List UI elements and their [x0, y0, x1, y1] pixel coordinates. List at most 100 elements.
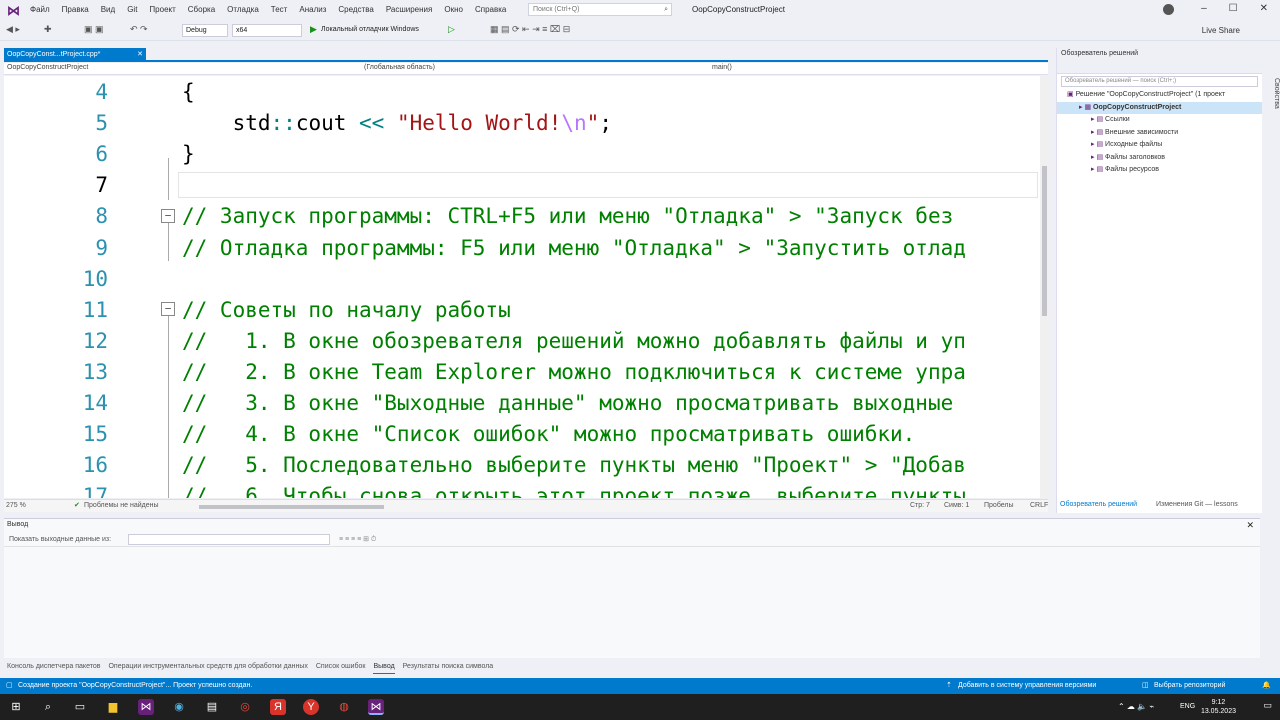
- store-icon[interactable]: ▤: [204, 699, 220, 715]
- indent-indicator[interactable]: Пробелы: [984, 502, 1014, 509]
- new-item-icon[interactable]: ✚: [44, 24, 52, 35]
- tab-solution-explorer[interactable]: Обозреватель решений: [1060, 501, 1137, 508]
- code-editor[interactable]: 4{5 std::cout << "Hello World!\n"; 6} 7 8//…: [4, 76, 1040, 498]
- tray-icons[interactable]: ⌃ ☁ 🔈 ⌁: [1118, 702, 1154, 711]
- solution-search-input[interactable]: Обозреватель решений — поиск (Ctrl+;): [1061, 76, 1258, 87]
- yandex-browser-icon[interactable]: Y: [303, 699, 319, 715]
- tree-item[interactable]: ▸ ▤ Исходные файлы: [1057, 139, 1262, 152]
- debug-tools-icon[interactable]: ▦ ▤ ⟳ ⇤ ⇥ ≡ ⌧ ⊟: [490, 24, 570, 35]
- horizontal-scrollbar[interactable]: [199, 505, 384, 509]
- code-line[interactable]: {: [182, 80, 195, 104]
- visual-studio-logo-icon[interactable]: ⋈: [7, 3, 21, 18]
- bottom-tab[interactable]: Список ошибок: [316, 660, 366, 674]
- editor-scrollbar[interactable]: [1040, 76, 1049, 498]
- code-line[interactable]: // Отладка программы: F5 или меню "Отлад…: [182, 236, 966, 260]
- code-line[interactable]: // 4. В окне "Список ошибок" можно просм…: [182, 422, 915, 446]
- properties-tab[interactable]: Свойства: [1273, 48, 1280, 109]
- tree-item[interactable]: ▣ Решение "OopCopyConstructProject" (1 п…: [1057, 89, 1262, 102]
- minimize-icon[interactable]: –: [1201, 3, 1207, 14]
- tree-item[interactable]: ▸ ▤ Файлы заголовков: [1057, 152, 1262, 165]
- menu-item[interactable]: Отладка: [227, 5, 259, 14]
- tab-source-file[interactable]: OopCopyConst...tProject.cpp* ✕: [4, 48, 146, 61]
- menu-item[interactable]: Средства: [338, 5, 373, 14]
- edge-icon[interactable]: ◉: [171, 699, 187, 715]
- bottom-tab[interactable]: Операции инструментальных средств для об…: [108, 660, 307, 674]
- select-repository[interactable]: Выбрать репозиторий: [1154, 678, 1225, 694]
- scope-dropdown[interactable]: (Глобальная область): [364, 64, 694, 71]
- app-icon[interactable]: ◍: [336, 699, 352, 715]
- yandex-icon[interactable]: Я: [270, 699, 286, 715]
- notifications-icon[interactable]: 🔔: [1262, 678, 1271, 694]
- maximize-icon[interactable]: ☐: [1229, 3, 1238, 14]
- vcs-arrow-icon: ⇡: [946, 682, 952, 689]
- code-line[interactable]: // 3. В окне "Выходные данные" можно про…: [182, 391, 953, 415]
- add-to-source-control[interactable]: Добавить в систему управления версиями: [958, 678, 1096, 694]
- save-icon[interactable]: ▣ ▣: [84, 24, 104, 35]
- search-icon[interactable]: ⌕: [40, 699, 56, 715]
- collapse-icon[interactable]: −: [161, 209, 175, 223]
- start-icon[interactable]: ⊞: [8, 699, 24, 715]
- run-button[interactable]: Локальный отладчик Windows: [321, 26, 419, 33]
- task-view-icon[interactable]: ▭: [72, 699, 88, 715]
- clock[interactable]: 9:12 13.05.2023: [1201, 698, 1236, 716]
- menu-item[interactable]: Анализ: [299, 5, 326, 14]
- file-explorer-icon[interactable]: ▆: [105, 699, 121, 715]
- close-panel-icon[interactable]: ✕: [1246, 520, 1254, 531]
- menu-item[interactable]: Вид: [101, 5, 115, 14]
- code-line[interactable]: // 6. Чтобы снова открыть этот проект по…: [182, 484, 966, 498]
- code-line[interactable]: // 2. В окне Team Explorer можно подключ…: [182, 360, 966, 384]
- output-tools-icon[interactable]: ≡ ≡ ≡ ≡ ⊞ ⏱: [339, 533, 376, 547]
- menu-item[interactable]: Справка: [475, 5, 506, 14]
- tree-item[interactable]: ▸ ▤ Файлы ресурсов: [1057, 164, 1262, 177]
- avatar[interactable]: [1163, 4, 1174, 15]
- menu-item[interactable]: Файл: [30, 5, 50, 14]
- tab-git-changes[interactable]: Изменения Git — lessons: [1156, 501, 1238, 508]
- undo-icon[interactable]: ↶ ↷: [130, 24, 148, 35]
- tree-item[interactable]: ▸ ▦ OopCopyConstructProject: [1057, 101, 1262, 114]
- search-input[interactable]: Поиск (Ctrl+Q) ⌕: [528, 3, 672, 16]
- code-line[interactable]: }: [182, 142, 195, 166]
- code-line[interactable]: // Запуск программы: CTRL+F5 или меню "О…: [182, 204, 953, 228]
- code-line[interactable]: // Советы по началу работы: [182, 298, 511, 322]
- run-no-debug-icon[interactable]: ▷: [448, 24, 455, 35]
- bottom-tab[interactable]: Вывод: [373, 660, 395, 674]
- problems-status[interactable]: Проблемы не найдены: [84, 502, 159, 509]
- tree-item[interactable]: ▸ ▤ Внешние зависимости: [1057, 127, 1262, 140]
- live-share-button[interactable]: Live Share: [1202, 26, 1240, 35]
- menu-item[interactable]: Расширения: [386, 5, 433, 14]
- code-line[interactable]: // 1. В окне обозревателя решений можно …: [182, 329, 966, 353]
- platform-select[interactable]: x64: [232, 24, 302, 37]
- properties-strip: Свойства: [1264, 48, 1280, 513]
- action-center-icon[interactable]: ▭: [1263, 700, 1272, 711]
- code-line[interactable]: std::cout << "Hello World!\n";: [182, 111, 612, 135]
- scrollbar-thumb[interactable]: [1042, 166, 1047, 316]
- eol-indicator[interactable]: CRLF: [1030, 502, 1048, 509]
- close-tab-icon[interactable]: ✕: [137, 48, 143, 61]
- output-source-select[interactable]: [128, 534, 330, 545]
- tree-item[interactable]: ▸ ▤ Ссылки: [1057, 114, 1262, 127]
- bottom-tab[interactable]: Результаты поиска символа: [403, 660, 494, 674]
- visual-studio-active-icon[interactable]: ⋈: [368, 699, 384, 715]
- run-icon[interactable]: ▶: [310, 24, 317, 35]
- menu-item[interactable]: Сборка: [188, 5, 215, 14]
- code-line[interactable]: // 5. Последовательно выберите пункты ме…: [182, 453, 966, 477]
- menu-item[interactable]: Окно: [444, 5, 463, 14]
- menu-item[interactable]: Git: [127, 5, 137, 14]
- comment-text: // Отладка программы: F5 или меню "Отлад…: [182, 235, 966, 260]
- zoom-level[interactable]: 275 %: [6, 502, 26, 509]
- line-number: 11: [82, 297, 108, 322]
- project-dropdown[interactable]: OopCopyConstructProject: [7, 64, 347, 71]
- close-icon[interactable]: ✕: [1260, 3, 1268, 14]
- visual-studio-icon[interactable]: ⋈: [138, 699, 154, 715]
- menu-item[interactable]: Проект: [149, 5, 175, 14]
- config-select[interactable]: Debug: [182, 24, 228, 37]
- bottom-tab[interactable]: Консоль диспетчера пакетов: [7, 660, 100, 674]
- chrome-icon[interactable]: ◎: [237, 699, 253, 715]
- menu-item[interactable]: Тест: [271, 5, 288, 14]
- back-icon[interactable]: ◀ ▸: [6, 24, 20, 35]
- collapse-icon[interactable]: −: [161, 302, 175, 316]
- function-dropdown[interactable]: main(): [712, 64, 1042, 71]
- menu-item[interactable]: Правка: [62, 5, 89, 14]
- tree-item-label: OopCopyConstructProject: [1093, 103, 1182, 111]
- language-indicator[interactable]: ENG: [1180, 703, 1195, 710]
